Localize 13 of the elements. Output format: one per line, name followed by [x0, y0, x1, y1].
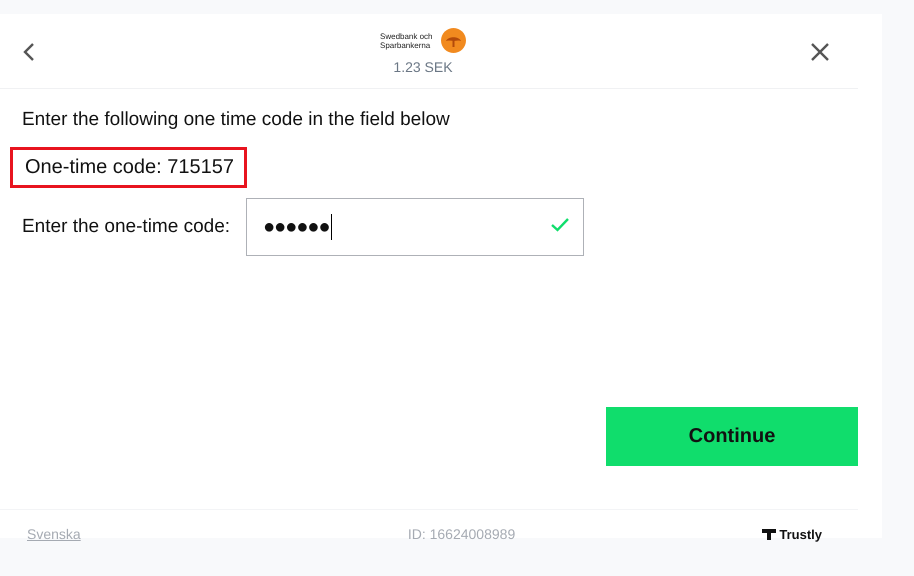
- one-time-code-text: One-time code: 715157: [10, 147, 248, 188]
- continue-button[interactable]: Continue: [606, 407, 858, 466]
- close-icon: [810, 42, 830, 62]
- brand-name: Trustly: [779, 526, 822, 542]
- brand-logo-icon: [762, 528, 776, 540]
- code-field-label: Enter the one-time code:: [22, 216, 230, 238]
- code-input-field[interactable]: ●●●●●●: [246, 198, 584, 256]
- masked-code-text: ●●●●●●: [263, 214, 332, 240]
- amount-text: 1.23 SEK: [393, 59, 453, 75]
- bank-name: Swedbank och Sparbankerna: [380, 32, 434, 50]
- transaction-id-text: ID: 16624008989: [408, 526, 516, 542]
- instruction-text: Enter the following one time code in the field below: [22, 109, 451, 131]
- back-icon: [22, 42, 36, 62]
